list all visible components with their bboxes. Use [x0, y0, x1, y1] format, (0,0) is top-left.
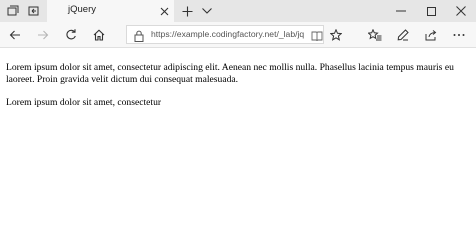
- title-bar: jQuery: [0, 0, 476, 22]
- favorites-hub-icon[interactable]: [366, 26, 384, 44]
- paragraph: Lorem ipsum dolor sit amet, consectetur …: [6, 62, 454, 85]
- more-icon[interactable]: [450, 26, 468, 44]
- share-icon[interactable]: [422, 26, 440, 44]
- chevron-down-icon[interactable]: [198, 2, 216, 20]
- page-content: Lorem ipsum dolor sit amet, consectetur …: [0, 48, 476, 249]
- paragraph: Lorem ipsum dolor sit amet, consectetur: [6, 97, 162, 108]
- home-icon[interactable]: [90, 26, 108, 44]
- tab-preview-icon[interactable]: [4, 2, 22, 20]
- plus-icon[interactable]: [178, 2, 196, 20]
- lock-icon: [134, 29, 144, 42]
- refresh-icon[interactable]: [62, 26, 80, 44]
- address-bar[interactable]: https://example.codingfactory.net/_lab/j…: [126, 25, 324, 44]
- set-aside-tabs-icon[interactable]: [24, 2, 42, 20]
- browser-window: jQuery https://example.codingfactory.net…: [0, 0, 476, 249]
- maximize-icon[interactable]: [416, 0, 446, 22]
- navigation-bar: https://example.codingfactory.net/_lab/j…: [0, 22, 476, 48]
- address-url[interactable]: https://example.codingfactory.net/_lab/j…: [151, 29, 309, 39]
- tab-close-icon[interactable]: [157, 3, 171, 19]
- tab-jquery[interactable]: jQuery: [47, 0, 174, 22]
- back-arrow-icon[interactable]: [6, 26, 24, 44]
- forward-arrow-icon: [34, 26, 52, 44]
- pen-icon[interactable]: [394, 26, 412, 44]
- minimize-icon[interactable]: [386, 0, 416, 22]
- star-icon[interactable]: [327, 26, 345, 44]
- close-icon[interactable]: [446, 0, 476, 22]
- tab-title: jQuery: [68, 4, 96, 15]
- book-icon[interactable]: [311, 29, 323, 42]
